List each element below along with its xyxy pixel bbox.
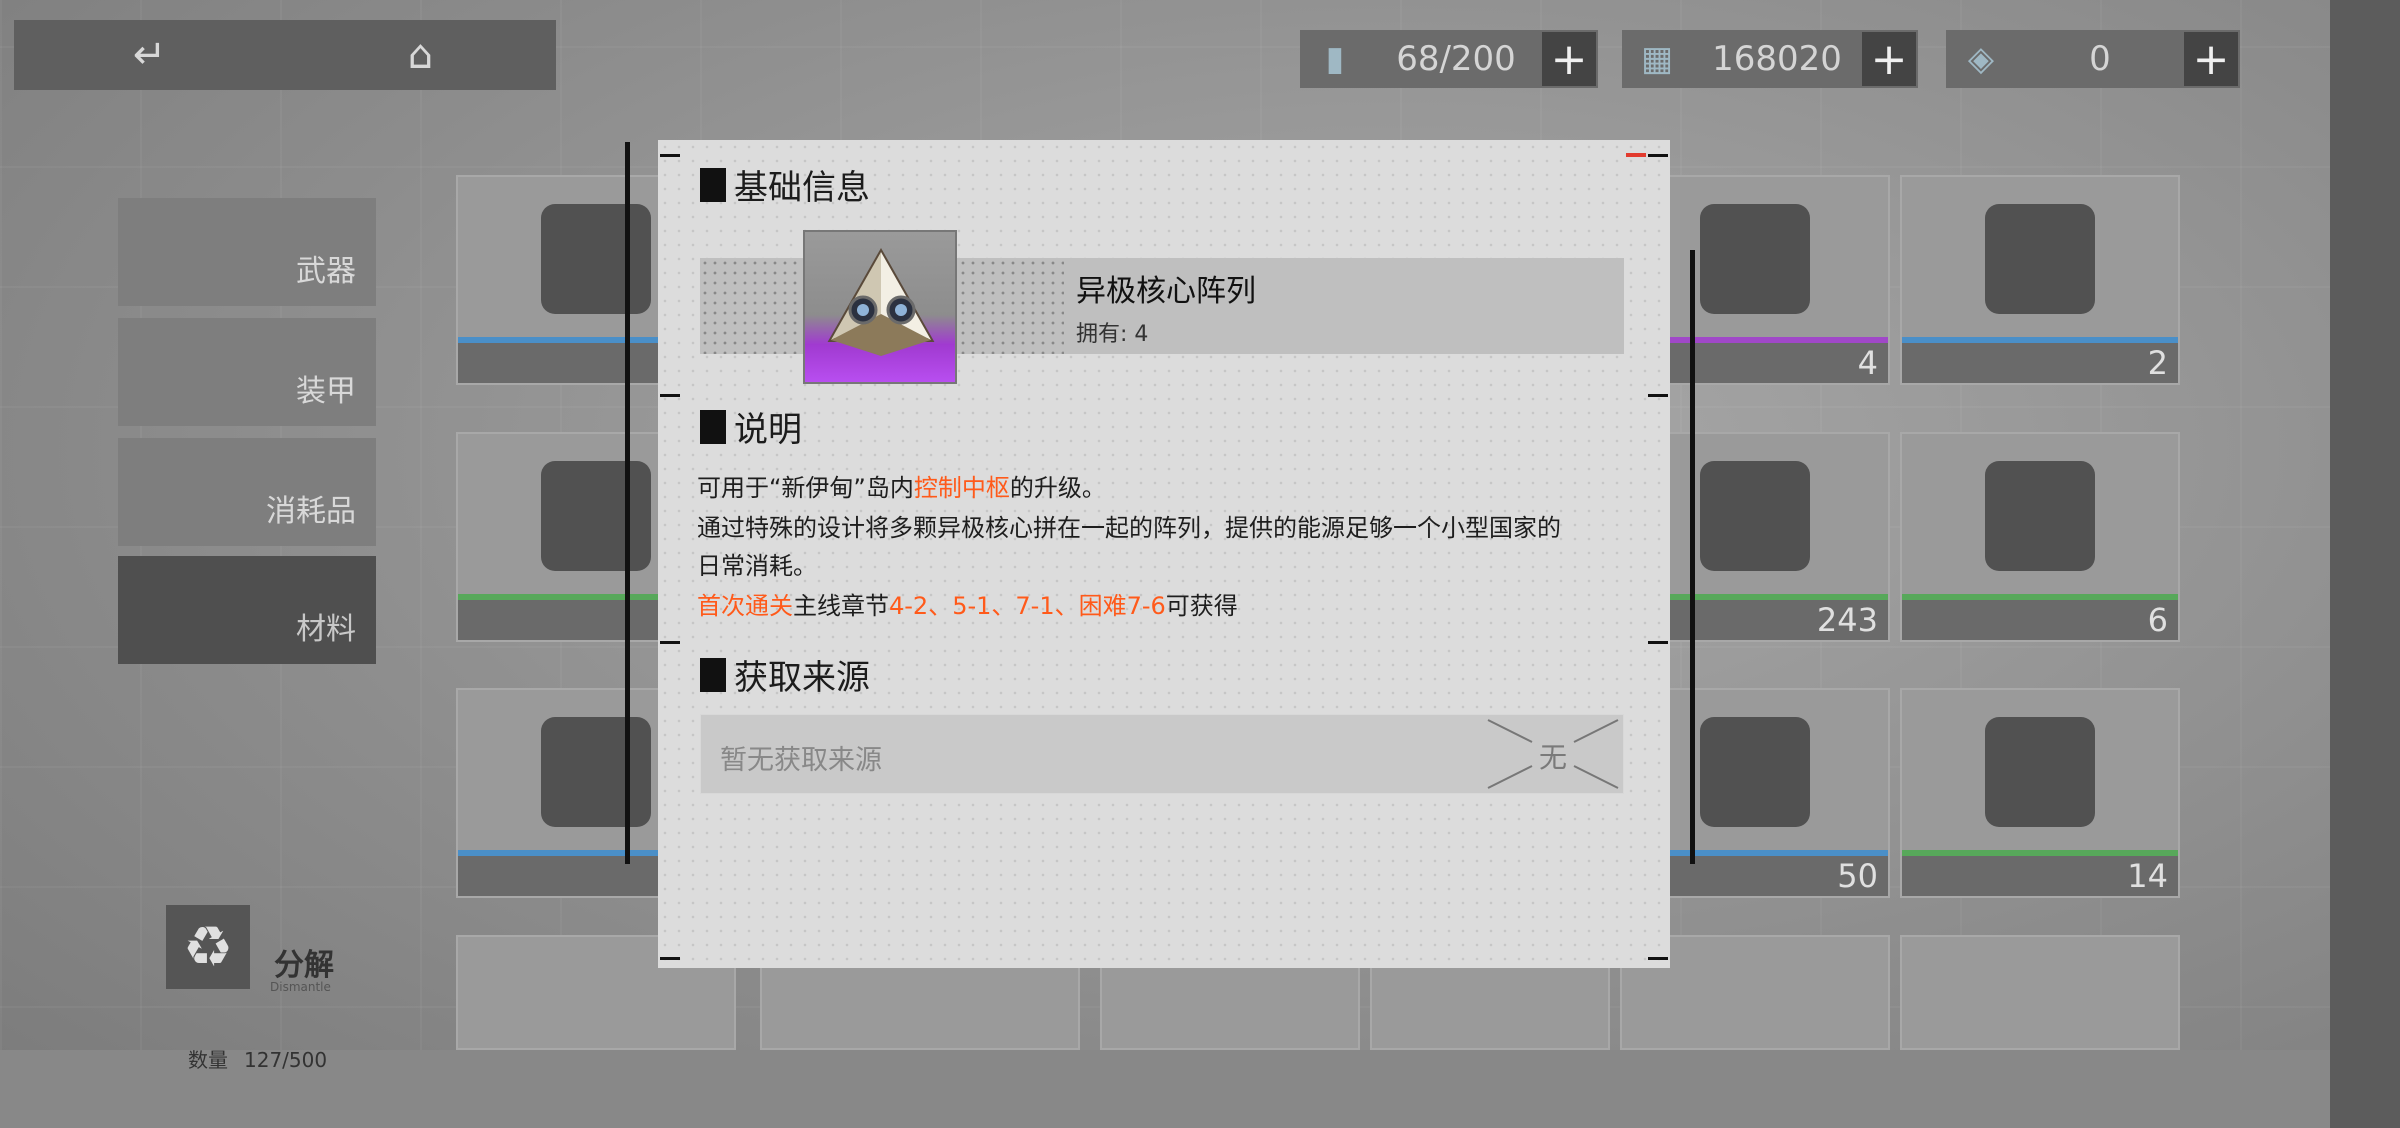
tab-materials[interactable]: 材料	[118, 556, 376, 664]
item-thumbnail-icon	[1700, 204, 1810, 315]
battery-icon: ▮	[1325, 39, 1345, 79]
section-marker-icon	[700, 167, 726, 202]
resource-value: 68/200	[1396, 39, 1516, 79]
modal-frame-left	[625, 142, 630, 864]
bottom-band	[0, 1050, 2330, 1128]
item-count: 2	[1902, 343, 2178, 383]
back-button[interactable]: ↵	[14, 20, 285, 90]
resource-value: 168020	[1712, 39, 1842, 79]
tab-weapons[interactable]: 武器	[118, 198, 376, 306]
inventory-card[interactable]: 2	[1900, 175, 2180, 385]
item-thumbnail-icon	[541, 204, 651, 315]
source-empty-text: 暂无获取来源	[720, 745, 882, 776]
capacity-label: 数量	[188, 1048, 228, 1072]
description-line-3: 日常消耗。	[697, 552, 817, 580]
section-marker-icon	[700, 409, 726, 444]
resource-counter-battery: ▮ 68/200 +	[1300, 30, 1598, 88]
highlight-first-clear: 首次通关	[697, 592, 793, 620]
item-thumbnail-icon	[1700, 461, 1810, 572]
description-line-1: 可用于“新伊甸”岛内控制中枢的升级。	[697, 474, 1106, 502]
inventory-card[interactable]: 6	[1900, 432, 2180, 642]
source-none-badge: 无	[1482, 714, 1624, 794]
capacity-counter: 数量 127/500	[188, 1044, 343, 1073]
add-currency-button[interactable]: +	[1862, 32, 1916, 86]
inventory-card[interactable]	[1900, 935, 2180, 1050]
capacity-value: 127/500	[244, 1048, 328, 1072]
core-array-icon	[827, 247, 935, 356]
source-none-label: 无	[1538, 741, 1567, 774]
modal-frame-right	[1690, 250, 1695, 864]
item-thumbnail-icon	[1985, 717, 2095, 828]
section-marker-icon	[700, 657, 726, 692]
back-arrow-icon: ↵	[132, 32, 167, 78]
item-thumbnail-icon	[1985, 461, 2095, 572]
chip-icon: ◈	[1967, 39, 1995, 79]
section-title-source: 获取来源	[700, 650, 870, 699]
item-count: 6	[1902, 600, 2178, 640]
home-icon: ⌂	[407, 32, 434, 78]
item-thumbnail-icon	[541, 461, 651, 572]
highlight-chapters: 4-2、5-1、7-1、困难7-6	[889, 592, 1166, 620]
dismantle-sublabel: Dismantle	[270, 980, 331, 994]
top-nav-bar: ↵ ⌂	[14, 20, 556, 90]
circuit-board-icon: ▦	[1640, 39, 1674, 79]
dismantle-label: 分解	[274, 948, 334, 983]
item-name: 异极核心阵列	[1076, 274, 1256, 309]
resource-counter-currency: ▦ 168020 +	[1622, 30, 1918, 88]
add-battery-button[interactable]: +	[1542, 32, 1596, 86]
item-owned-count: 拥有: 4	[1076, 322, 1149, 347]
add-chip-button[interactable]: +	[2184, 32, 2238, 86]
highlight-control-hub: 控制中枢	[913, 474, 1010, 502]
home-button[interactable]: ⌂	[285, 20, 556, 90]
description-line-4: 首次通关主线章节4-2、5-1、7-1、困难7-6可获得	[697, 592, 1238, 620]
item-count: 14	[1902, 856, 2178, 896]
close-indicator[interactable]	[1626, 153, 1646, 157]
resource-counter-chip: ◈ 0 +	[1946, 30, 2240, 88]
description-line-2: 通过特殊的设计将多颗异极核心拼在一起的阵列，提供的能源足够一个小型国家的	[697, 514, 1561, 542]
item-thumbnail-icon	[541, 717, 651, 828]
tab-armor[interactable]: 装甲	[118, 318, 376, 426]
item-thumbnail-icon	[1985, 204, 2095, 315]
recycle-icon: ♻	[182, 914, 234, 980]
resource-value: 0	[2089, 39, 2111, 79]
inventory-card[interactable]: 14	[1900, 688, 2180, 898]
section-title-basic: 基础信息	[700, 160, 870, 209]
tab-consumables[interactable]: 消耗品	[118, 438, 376, 546]
item-thumbnail-icon	[1700, 717, 1810, 828]
item-image	[803, 230, 957, 384]
section-title-description: 说明	[700, 402, 802, 451]
right-edge-strip	[2330, 0, 2400, 1128]
dismantle-button[interactable]: ♻	[166, 905, 250, 989]
